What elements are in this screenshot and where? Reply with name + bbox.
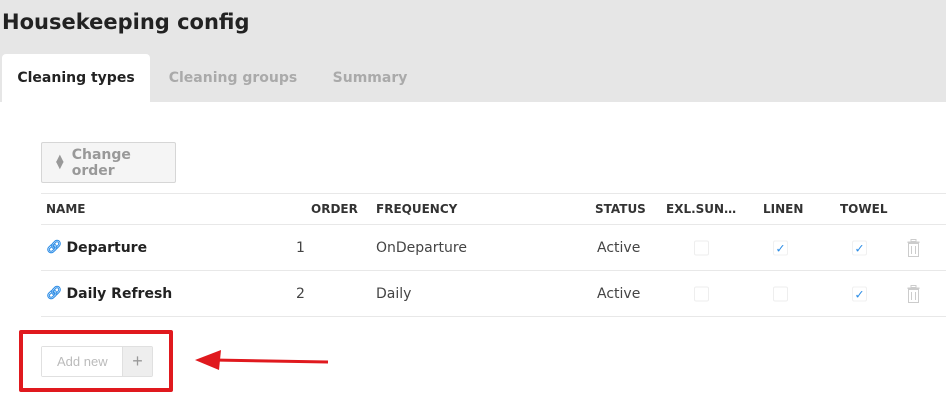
towel-checkbox[interactable]: ✓ [852,286,867,301]
row-name: Daily Refresh [66,285,173,302]
tab-cleaning-types[interactable]: Cleaning types [2,54,150,102]
annotation-arrow-icon [195,350,329,370]
link-icon: 🔗︎ [46,286,63,301]
column-header-towel[interactable]: TOWEL [840,202,887,216]
row-status: Active [597,239,641,256]
cleaning-types-table: NAME ORDER FREQUENCY STATUS EXL.SUN… LIN… [41,193,946,317]
row-frequency: Daily [376,285,412,302]
row-frequency: OnDeparture [376,239,467,256]
row-name-link[interactable]: 🔗︎ Departure [46,240,147,256]
linen-checkbox[interactable]: ✓ [773,240,788,255]
trash-icon[interactable] [907,238,920,257]
trash-icon[interactable] [907,284,920,303]
table-row: 🔗︎ Departure 1 OnDeparture Active ✓ ✓ [41,225,946,271]
row-name-link[interactable]: 🔗︎ Daily Refresh [46,286,172,302]
exl-sun-checkbox[interactable] [694,240,709,255]
towel-checkbox[interactable]: ✓ [852,240,867,255]
column-header-name[interactable]: NAME [46,202,85,216]
link-icon: 🔗︎ [46,240,63,255]
linen-checkbox[interactable] [773,286,788,301]
column-header-frequency[interactable]: FREQUENCY [376,202,457,216]
page-title: Housekeeping config [2,10,250,34]
row-order: 2 [296,285,305,302]
annotation-highlight-box [19,330,173,392]
table-header: NAME ORDER FREQUENCY STATUS EXL.SUN… LIN… [41,193,946,225]
change-order-button[interactable]: ▲ ▼ Change order [41,142,176,183]
sort-icon: ▲ ▼ [56,153,64,171]
change-order-label: Change order [71,146,131,179]
exl-sun-checkbox[interactable] [694,286,709,301]
tab-bar: Cleaning types Cleaning groups Summary [0,54,424,102]
tab-summary[interactable]: Summary [316,54,424,102]
tab-cleaning-groups[interactable]: Cleaning groups [150,54,316,102]
row-status: Active [597,285,641,302]
column-header-linen[interactable]: LINEN [763,202,803,216]
column-header-status[interactable]: STATUS [595,202,646,216]
table-row: 🔗︎ Daily Refresh 2 Daily Active ✓ [41,271,946,317]
row-order: 1 [296,239,305,256]
row-name: Departure [66,239,148,256]
column-header-order[interactable]: ORDER [311,202,358,216]
column-header-exl-sun[interactable]: EXL.SUN… [666,202,736,216]
